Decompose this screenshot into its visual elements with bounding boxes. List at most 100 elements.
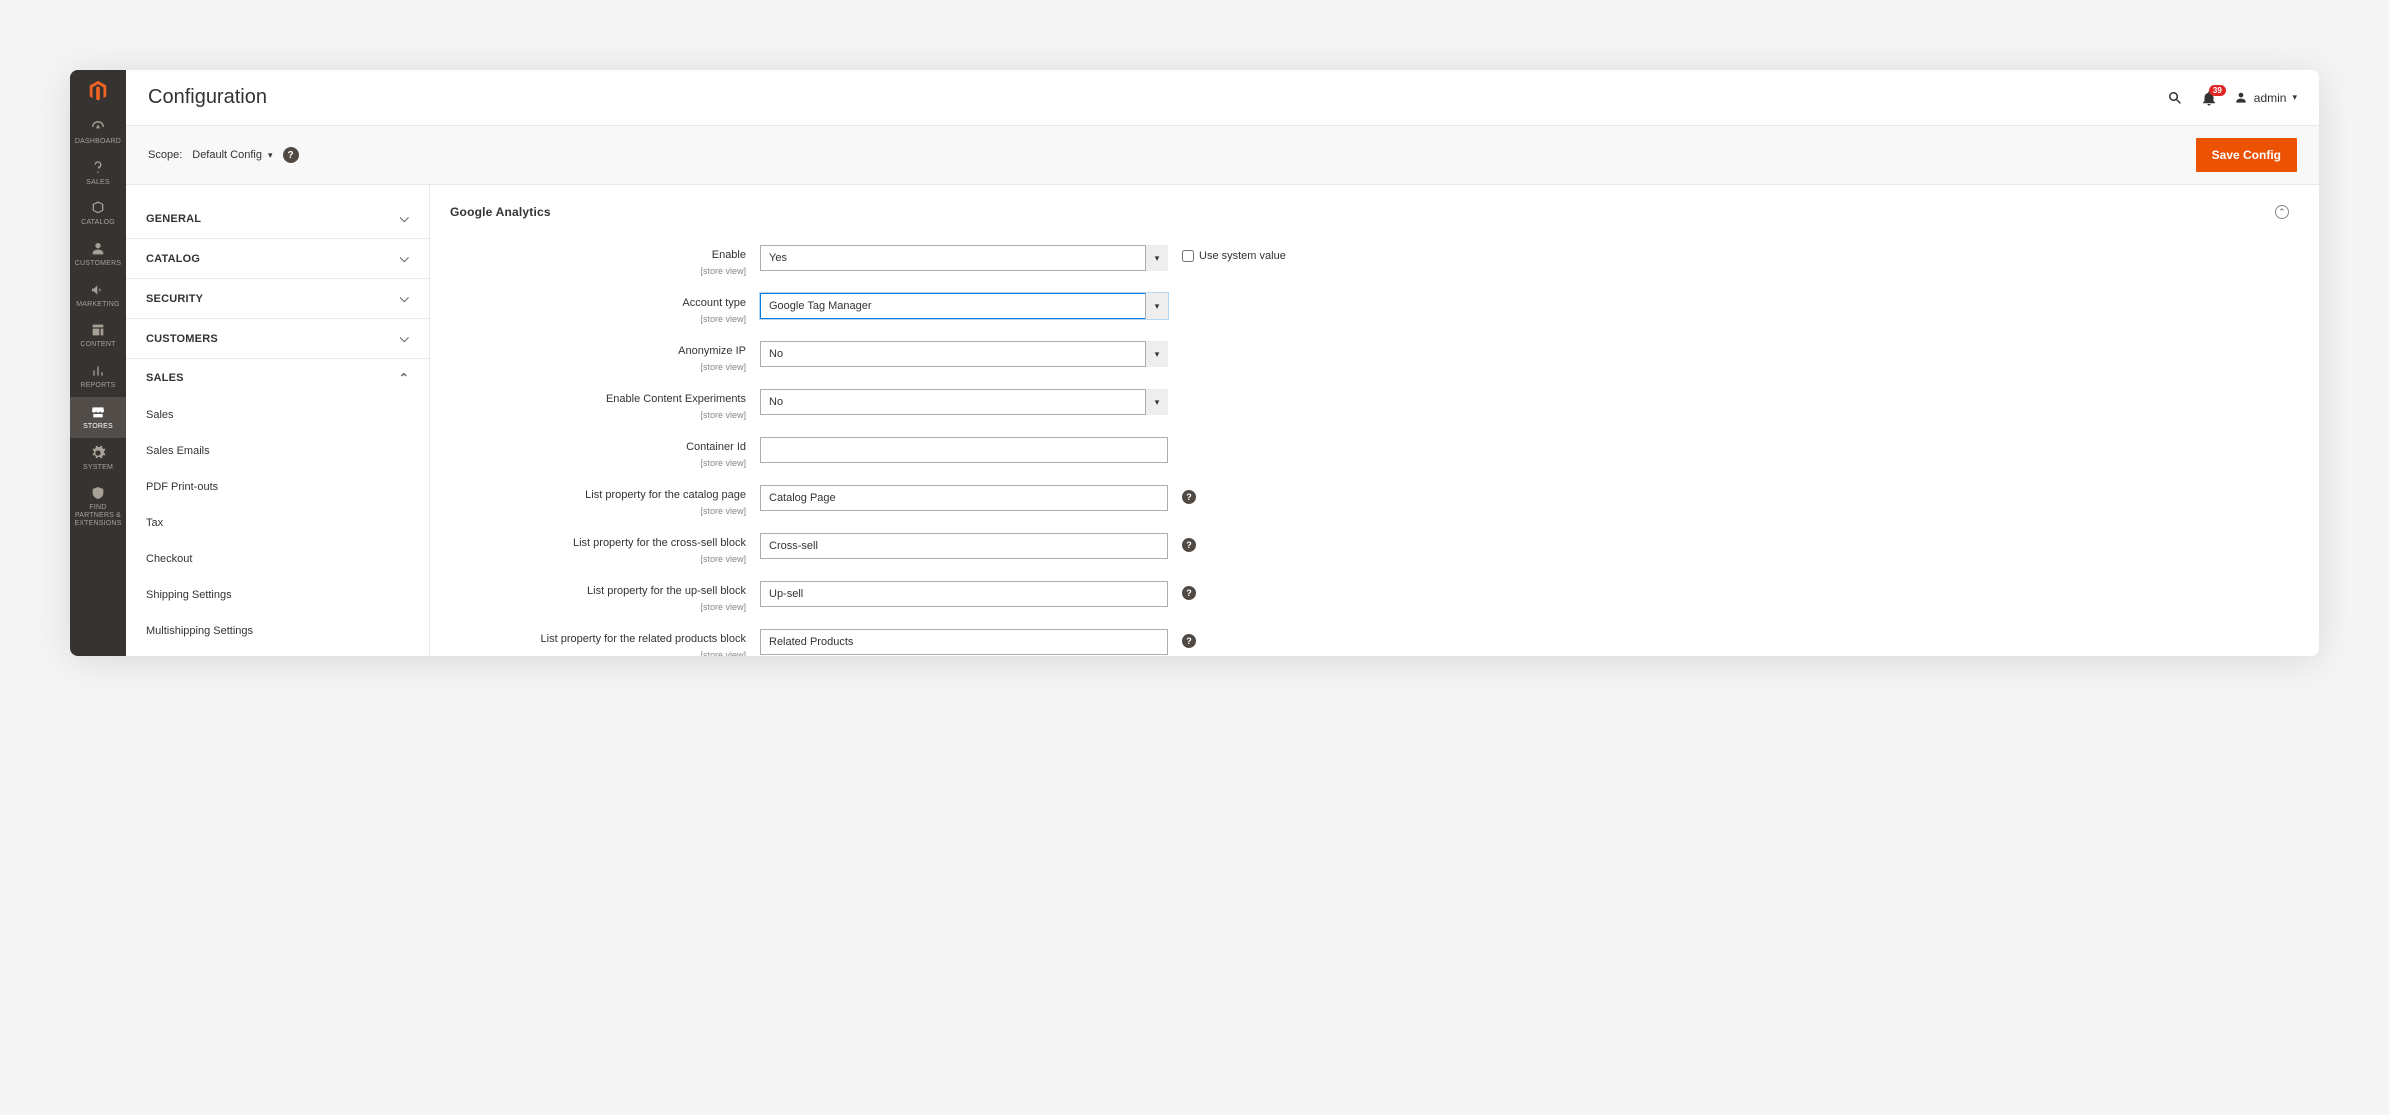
- app-window: DASHBOARD SALES CATALOG CUSTOMERS MARKET…: [70, 70, 2319, 656]
- field-scope: [store view]: [700, 602, 746, 612]
- config-subitem-multishipping[interactable]: Multishipping Settings: [126, 613, 429, 649]
- field-scope: [store view]: [700, 314, 746, 324]
- field-scope: [store view]: [700, 266, 746, 276]
- admin-user-menu[interactable]: admin ▾: [2234, 91, 2297, 105]
- partners-icon: [90, 485, 106, 501]
- config-subitem-checkout[interactable]: Checkout: [126, 541, 429, 577]
- dashboard-icon: [90, 119, 106, 135]
- config-section-general: GENERAL ⌵: [126, 199, 429, 238]
- field-input-col: [760, 485, 1168, 511]
- chevron-down-icon: ⌵: [400, 291, 409, 306]
- use-system-label: Use system value: [1199, 250, 1286, 262]
- config-subitem-sales-emails[interactable]: Sales Emails: [126, 433, 429, 469]
- list-upsell-input[interactable]: [760, 581, 1168, 607]
- chevron-down-icon: ⌵: [400, 211, 409, 226]
- content-body: GENERAL ⌵ CATALOG ⌵ SECURITY ⌵: [126, 185, 2319, 656]
- user-icon: [2234, 91, 2248, 105]
- chevron-down-icon: ⌵: [400, 331, 409, 346]
- field-extra-col: ?: [1168, 629, 2289, 648]
- notifications-badge: 39: [2209, 85, 2226, 96]
- nav-label: CONTENT: [80, 341, 115, 349]
- field-label: Anonymize IP: [450, 345, 746, 357]
- config-section-label: SALES: [146, 372, 184, 384]
- page-header: Configuration 39 admin ▾: [126, 70, 2319, 126]
- nav-sales[interactable]: SALES: [70, 153, 126, 194]
- field-label-col: Enable Content Experiments [store view]: [450, 389, 760, 423]
- nav-catalog[interactable]: CATALOG: [70, 193, 126, 234]
- scope-help-icon[interactable]: ?: [283, 147, 299, 163]
- config-section-label: GENERAL: [146, 213, 201, 225]
- field-label: List property for the catalog page: [450, 489, 746, 501]
- scope-value: Default Config: [192, 149, 262, 161]
- field-list-catalog: List property for the catalog page [stor…: [450, 485, 2289, 519]
- nav-label: REPORTS: [80, 382, 115, 390]
- use-system-checkbox[interactable]: [1182, 250, 1194, 262]
- config-section-header[interactable]: CATALOG ⌵: [126, 239, 429, 278]
- config-section-header[interactable]: SALES ⌃: [126, 359, 429, 397]
- config-subitem-sales[interactable]: Sales: [126, 397, 429, 433]
- container-id-input[interactable]: [760, 437, 1168, 463]
- nav-label: SYSTEM: [83, 464, 113, 472]
- select-wrap: Google Tag Manager: [760, 293, 1168, 319]
- field-label: List property for the up-sell block: [450, 585, 746, 597]
- account-type-select[interactable]: Google Tag Manager: [760, 293, 1168, 319]
- nav-customers[interactable]: CUSTOMERS: [70, 234, 126, 275]
- field-input-col: [760, 437, 1168, 463]
- nav-dashboard[interactable]: DASHBOARD: [70, 112, 126, 153]
- field-extra-col: [1168, 389, 2289, 394]
- config-section-label: CATALOG: [146, 253, 200, 265]
- config-section-header[interactable]: GENERAL ⌵: [126, 199, 429, 238]
- content-experiments-select[interactable]: No: [760, 389, 1168, 415]
- help-icon[interactable]: ?: [1182, 586, 1196, 600]
- nav-stores[interactable]: STORES: [70, 397, 126, 438]
- notifications-icon[interactable]: 39: [2200, 89, 2218, 107]
- nav-marketing[interactable]: MARKETING: [70, 275, 126, 316]
- scope-label: Scope:: [148, 149, 182, 161]
- field-extra-col: ?: [1168, 485, 2289, 504]
- scope-select[interactable]: Default Config: [192, 149, 272, 161]
- field-label: Enable Content Experiments: [450, 393, 746, 405]
- anonymize-ip-select[interactable]: No: [760, 341, 1168, 367]
- select-wrap: No: [760, 389, 1168, 415]
- config-section-customers: CUSTOMERS ⌵: [126, 318, 429, 358]
- field-scope: [store view]: [700, 458, 746, 468]
- list-related-input[interactable]: [760, 629, 1168, 655]
- config-subitem-shipping[interactable]: Shipping Settings: [126, 577, 429, 613]
- search-icon[interactable]: [2166, 89, 2184, 107]
- nav-find-partners[interactable]: FIND PARTNERS & EXTENSIONS: [70, 478, 126, 534]
- reports-icon: [90, 363, 106, 379]
- help-icon[interactable]: ?: [1182, 634, 1196, 648]
- enable-select[interactable]: Yes: [760, 245, 1168, 271]
- field-enable: Enable [store view] Yes Use system value: [450, 245, 2289, 279]
- field-scope: [store view]: [700, 650, 746, 656]
- help-icon[interactable]: ?: [1182, 490, 1196, 504]
- field-input-col: [760, 533, 1168, 559]
- customers-icon: [90, 241, 106, 257]
- form-section-header: Google Analytics ⌃: [450, 205, 2289, 219]
- save-config-button[interactable]: Save Config: [2196, 138, 2297, 172]
- nav-content[interactable]: CONTENT: [70, 315, 126, 356]
- config-section-header[interactable]: CUSTOMERS ⌵: [126, 319, 429, 358]
- content-icon: [90, 322, 106, 338]
- nav-label: CUSTOMERS: [75, 260, 121, 268]
- nav-system[interactable]: SYSTEM: [70, 438, 126, 479]
- list-crosssell-input[interactable]: [760, 533, 1168, 559]
- config-subitem-tax[interactable]: Tax: [126, 505, 429, 541]
- nav-label: MARKETING: [76, 301, 119, 309]
- collapse-icon[interactable]: ⌃: [2275, 205, 2289, 219]
- nav-label: FIND PARTNERS & EXTENSIONS: [72, 504, 124, 527]
- nav-reports[interactable]: REPORTS: [70, 356, 126, 397]
- field-container-id: Container Id [store view]: [450, 437, 2289, 471]
- list-catalog-input[interactable]: [760, 485, 1168, 511]
- config-nav: GENERAL ⌵ CATALOG ⌵ SECURITY ⌵: [126, 185, 430, 656]
- magento-logo[interactable]: [70, 70, 126, 112]
- config-section-label: CUSTOMERS: [146, 333, 218, 345]
- config-subitem-pdf[interactable]: PDF Print-outs: [126, 469, 429, 505]
- config-section-header[interactable]: SECURITY ⌵: [126, 279, 429, 318]
- config-form: Google Analytics ⌃ Enable [store view] Y…: [430, 185, 2319, 656]
- field-label: List property for the related products b…: [450, 633, 746, 645]
- field-label-col: List property for the catalog page [stor…: [450, 485, 760, 519]
- use-system-value[interactable]: Use system value: [1182, 250, 1286, 262]
- admin-sidebar: DASHBOARD SALES CATALOG CUSTOMERS MARKET…: [70, 70, 126, 656]
- help-icon[interactable]: ?: [1182, 538, 1196, 552]
